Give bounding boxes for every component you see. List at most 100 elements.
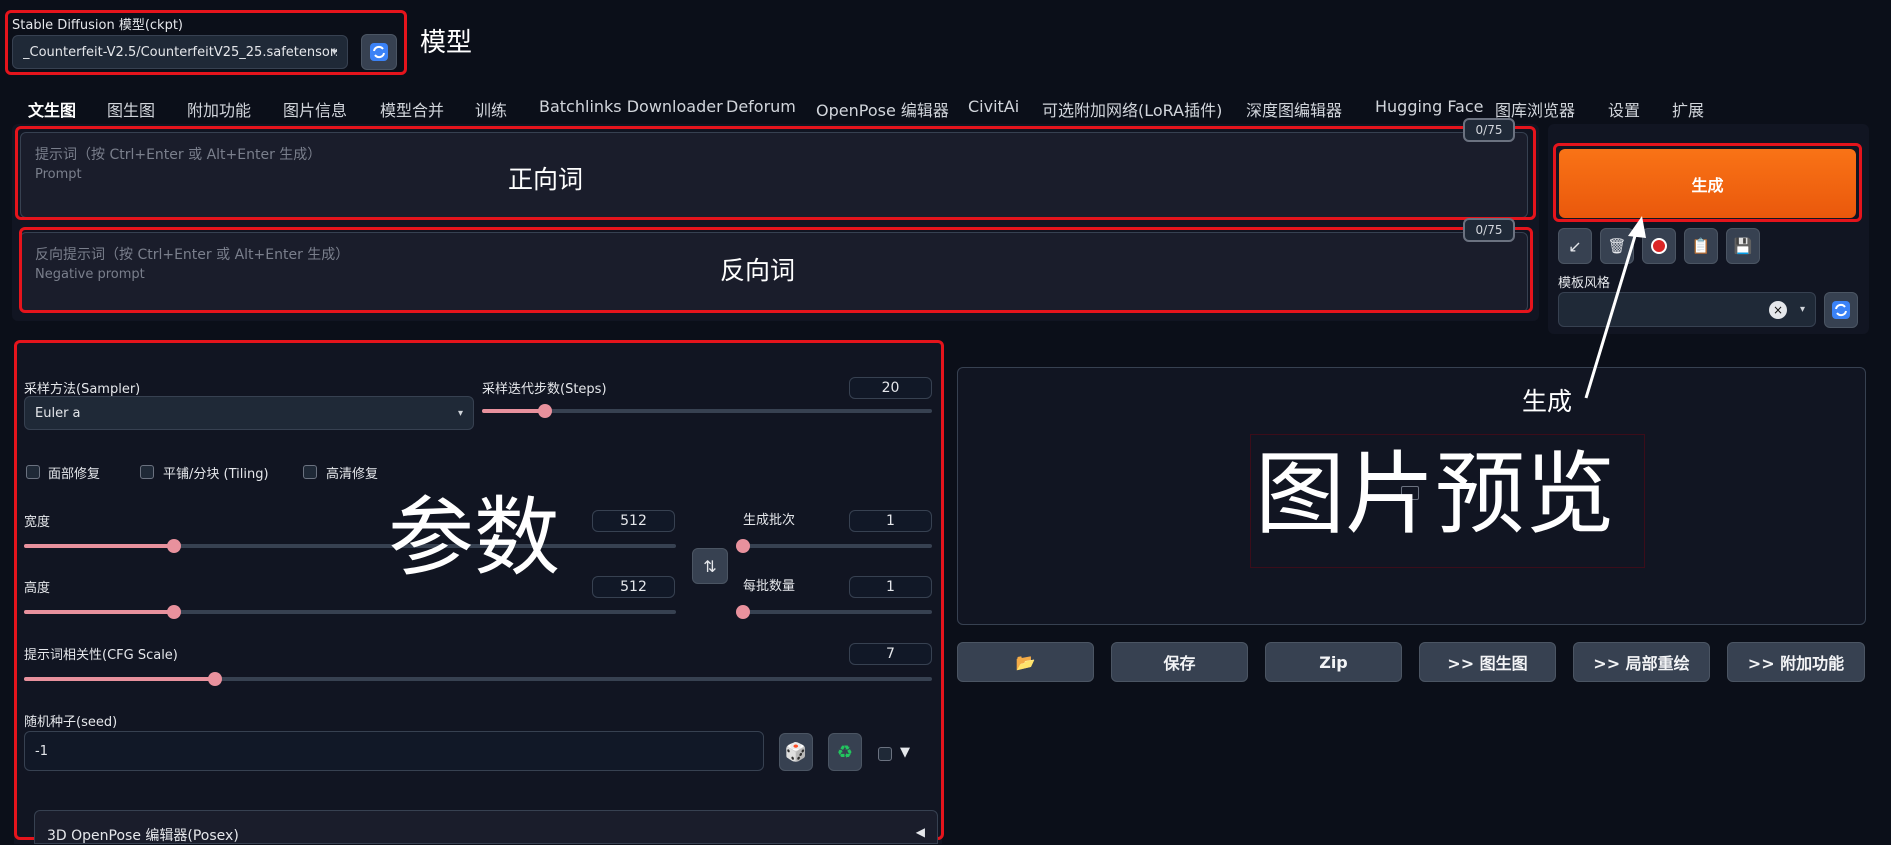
chevron-down-icon: ▾ <box>1799 304 1805 315</box>
tab-deforum[interactable]: Deforum <box>726 97 796 116</box>
swap-dimensions-button[interactable]: ⇅ <box>692 548 728 584</box>
model-label: Stable Diffusion 模型(ckpt) <box>12 18 184 33</box>
prompt-token-counter: 0/75 <box>1463 118 1515 142</box>
clear-icon[interactable]: × <box>1769 301 1787 319</box>
tab-png-info[interactable]: 图片信息 <box>283 97 347 121</box>
width-slider-fill <box>24 544 174 548</box>
tab-huggingface[interactable]: Hugging Face <box>1375 97 1484 116</box>
batch-size-label: 每批数量 <box>743 579 796 594</box>
send-to-inpaint-button[interactable]: >> 局部重绘 <box>1573 642 1710 682</box>
batch-count-slider[interactable] <box>736 539 932 553</box>
save-button[interactable]: 保存 <box>1111 642 1248 682</box>
refresh-icon <box>1832 301 1850 319</box>
height-slider-fill <box>24 610 174 614</box>
width-slider-thumb[interactable] <box>166 539 181 553</box>
cfg-label: 提示词相关性(CFG Scale) <box>24 648 178 663</box>
sampler-value: Euler a <box>35 405 81 421</box>
caret-left-icon: ◀ <box>915 825 925 839</box>
annotation-model: 模型 <box>420 28 473 58</box>
height-slider-thumb[interactable] <box>166 605 181 619</box>
posex-accordion-label: 3D OpenPose 编辑器(Posex) <box>47 828 239 844</box>
steps-label: 采样迭代步数(Steps) <box>482 382 607 397</box>
extra-seed-toggle-arrow[interactable]: ▼ <box>900 745 910 760</box>
steps-input[interactable]: 20 <box>849 377 932 399</box>
height-label: 高度 <box>24 581 51 596</box>
folder-icon: 📂 <box>1015 652 1036 672</box>
tab-depthmap[interactable]: 深度图编辑器 <box>1246 97 1342 121</box>
clipboard-icon: 📋 <box>1691 237 1711 255</box>
hires-fix-label: 高清修复 <box>326 467 379 482</box>
seed-input[interactable]: -1 <box>24 731 764 771</box>
prompt-highlight <box>15 126 1536 220</box>
hires-fix-checkbox[interactable] <box>303 465 317 479</box>
chevron-down-icon: ▾ <box>331 46 337 58</box>
posex-accordion[interactable]: 3D OpenPose 编辑器(Posex) ◀ <box>34 810 938 844</box>
width-input[interactable]: 512 <box>592 510 675 532</box>
tab-train[interactable]: 训练 <box>475 97 507 121</box>
annotation-arrow <box>1584 216 1646 399</box>
sampler-label: 采样方法(Sampler) <box>24 382 141 397</box>
paste-button[interactable]: 📋 <box>1684 228 1718 264</box>
refresh-icon <box>370 43 388 61</box>
annotation-positive: 正向词 <box>508 165 584 194</box>
tab-openpose[interactable]: OpenPose 编辑器 <box>816 97 949 121</box>
annotation-negative: 反向词 <box>720 256 796 285</box>
tab-settings[interactable]: 设置 <box>1608 97 1640 121</box>
height-slider[interactable] <box>24 605 676 619</box>
tab-batchlinks[interactable]: Batchlinks Downloader <box>539 97 723 116</box>
cfg-slider-thumb[interactable] <box>207 672 222 686</box>
width-label: 宽度 <box>24 515 51 530</box>
tab-img2img[interactable]: 图生图 <box>107 97 155 121</box>
refresh-model-button[interactable] <box>361 34 397 70</box>
reuse-seed-button[interactable]: ♻ <box>828 733 862 771</box>
batch-size-slider[interactable] <box>736 605 932 619</box>
batch-count-label: 生成批次 <box>743 513 796 528</box>
model-select-value: _Counterfeit-V2.5/CounterfeitV25_25.safe… <box>23 44 337 60</box>
steps-slider-fill <box>482 409 545 413</box>
send-to-extras-button[interactable]: >> 附加功能 <box>1727 642 1865 682</box>
face-restore-label: 面部修复 <box>48 467 101 482</box>
save-style-button[interactable]: 💾 <box>1726 228 1760 264</box>
width-slider[interactable] <box>24 539 676 553</box>
model-select[interactable]: _Counterfeit-V2.5/CounterfeitV25_25.safe… <box>12 35 348 69</box>
steps-slider[interactable] <box>482 404 932 418</box>
seed-label: 随机种子(seed) <box>24 715 118 730</box>
cfg-input[interactable]: 7 <box>849 643 932 665</box>
random-seed-button[interactable]: 🎲 <box>779 733 813 771</box>
swap-arrows-icon: ⇅ <box>703 556 717 576</box>
tab-civitai[interactable]: CivitAi <box>968 97 1019 116</box>
cfg-slider[interactable] <box>24 672 932 686</box>
batch-count-input[interactable]: 1 <box>849 510 932 532</box>
face-restore-checkbox[interactable] <box>26 465 40 479</box>
cfg-slider-fill <box>24 677 215 681</box>
annotation-preview: 图片预览 <box>1255 442 1615 547</box>
tab-extras[interactable]: 附加功能 <box>187 97 251 121</box>
batch-size-input[interactable]: 1 <box>849 576 932 598</box>
record-icon <box>1651 238 1667 254</box>
open-folder-button[interactable]: 📂 <box>957 642 1094 682</box>
batch-count-slider-thumb[interactable] <box>736 539 750 553</box>
seed-value: -1 <box>35 743 48 759</box>
generate-button-label: 生成 <box>1691 175 1724 195</box>
tab-txt2img[interactable]: 文生图 <box>28 97 76 121</box>
recycle-icon: ♻ <box>836 741 854 763</box>
send-to-img2img-button[interactable]: >> 图生图 <box>1419 642 1556 682</box>
zip-button[interactable]: Zip <box>1265 642 1402 682</box>
height-input[interactable]: 512 <box>592 576 675 598</box>
refresh-styles-button[interactable] <box>1824 292 1858 328</box>
batch-size-slider-thumb[interactable] <box>736 605 750 619</box>
steps-slider-thumb[interactable] <box>538 404 552 418</box>
generate-button[interactable]: 生成 <box>1559 149 1856 218</box>
annotation-generate: 生成 <box>1522 387 1573 416</box>
tab-merge[interactable]: 模型合并 <box>380 97 444 121</box>
tab-extensions[interactable]: 扩展 <box>1672 97 1704 121</box>
extra-seed-checkbox[interactable] <box>878 747 892 761</box>
floppy-disk-icon: 💾 <box>1733 237 1753 255</box>
chevron-down-icon: ▾ <box>457 407 463 419</box>
annotation-params: 参数 <box>388 488 560 588</box>
tab-lora[interactable]: 可选附加网络(LoRA插件) <box>1042 97 1222 121</box>
sampler-select[interactable]: Euler a ▾ <box>24 396 474 430</box>
negative-token-counter: 0/75 <box>1463 218 1515 242</box>
tiling-checkbox[interactable] <box>140 465 154 479</box>
tiling-label: 平铺/分块 (Tiling) <box>163 467 269 482</box>
